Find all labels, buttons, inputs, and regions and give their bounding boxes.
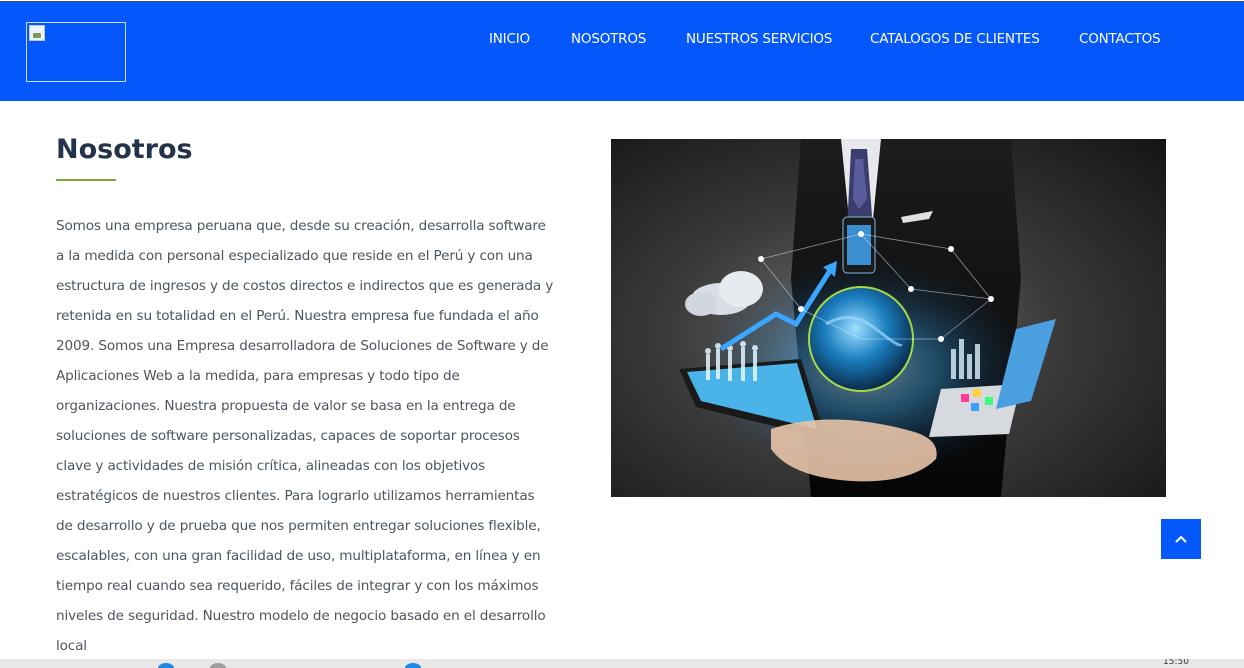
main-nav: INICIO NOSOTROS NUESTROS SERVICIOS CATAL…	[0, 29, 1244, 49]
title-underline	[56, 179, 116, 181]
taskbar-app-icon[interactable]	[405, 663, 421, 668]
taskbar-clock: 15:50	[1163, 659, 1189, 667]
nav-item-inicio[interactable]: INICIO	[489, 29, 530, 49]
nav-item-catalogos[interactable]: CATALOGOS DE CLIENTES	[870, 29, 1040, 49]
about-paragraph: Somos una empresa peruana que, desde su …	[56, 218, 554, 654]
page-title: Nosotros	[56, 134, 193, 165]
hero-image	[611, 139, 1166, 497]
back-to-top-button[interactable]	[1161, 519, 1201, 559]
taskbar-app-icon[interactable]	[158, 663, 174, 668]
technology-illustration	[679, 139, 1056, 497]
os-taskbar: 15:50	[0, 659, 1244, 668]
taskbar-app-icon[interactable]	[210, 663, 226, 668]
chevron-up-icon	[1175, 536, 1187, 543]
nav-item-contactos[interactable]: CONTACTOS	[1079, 29, 1161, 49]
nav-item-servicios[interactable]: NUESTROS SERVICIOS	[686, 29, 832, 49]
site-header: INICIO NOSOTROS NUESTROS SERVICIOS CATAL…	[0, 1, 1244, 101]
nav-item-nosotros[interactable]: NOSOTROS	[571, 29, 646, 49]
